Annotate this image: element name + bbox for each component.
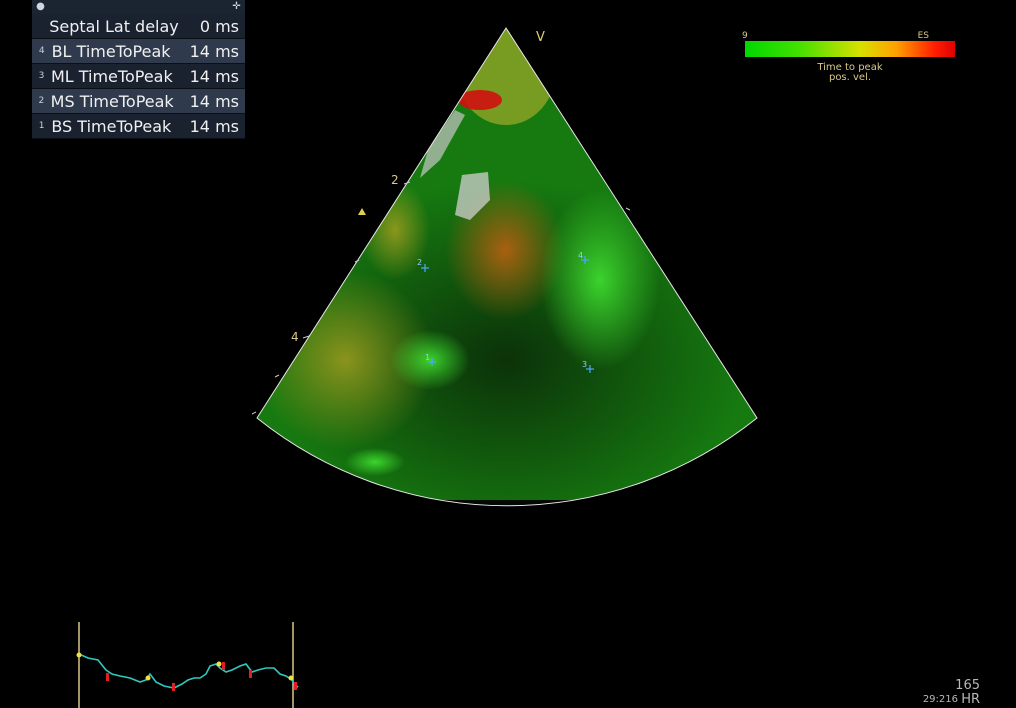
roi-label: 2 bbox=[417, 258, 423, 267]
sector-fan bbox=[257, 28, 757, 506]
ecg-trace bbox=[76, 622, 299, 708]
roi-label: 4 bbox=[578, 251, 584, 260]
time-readout: 29:216 bbox=[922, 694, 958, 705]
depth-mark-4: 4 bbox=[291, 330, 299, 344]
roi-label: 1 bbox=[425, 353, 431, 362]
focus-marker-icon bbox=[358, 208, 366, 215]
depth-mark-2: 2 bbox=[391, 173, 399, 187]
v-marker: V bbox=[536, 30, 545, 45]
roi-label: 3 bbox=[582, 360, 588, 369]
heart-rate-value: 165 bbox=[955, 678, 980, 693]
heart-rate-label: HR bbox=[961, 692, 980, 707]
ultrasound-sector-image[interactable] bbox=[0, 0, 1016, 708]
event-markers bbox=[76, 652, 294, 681]
